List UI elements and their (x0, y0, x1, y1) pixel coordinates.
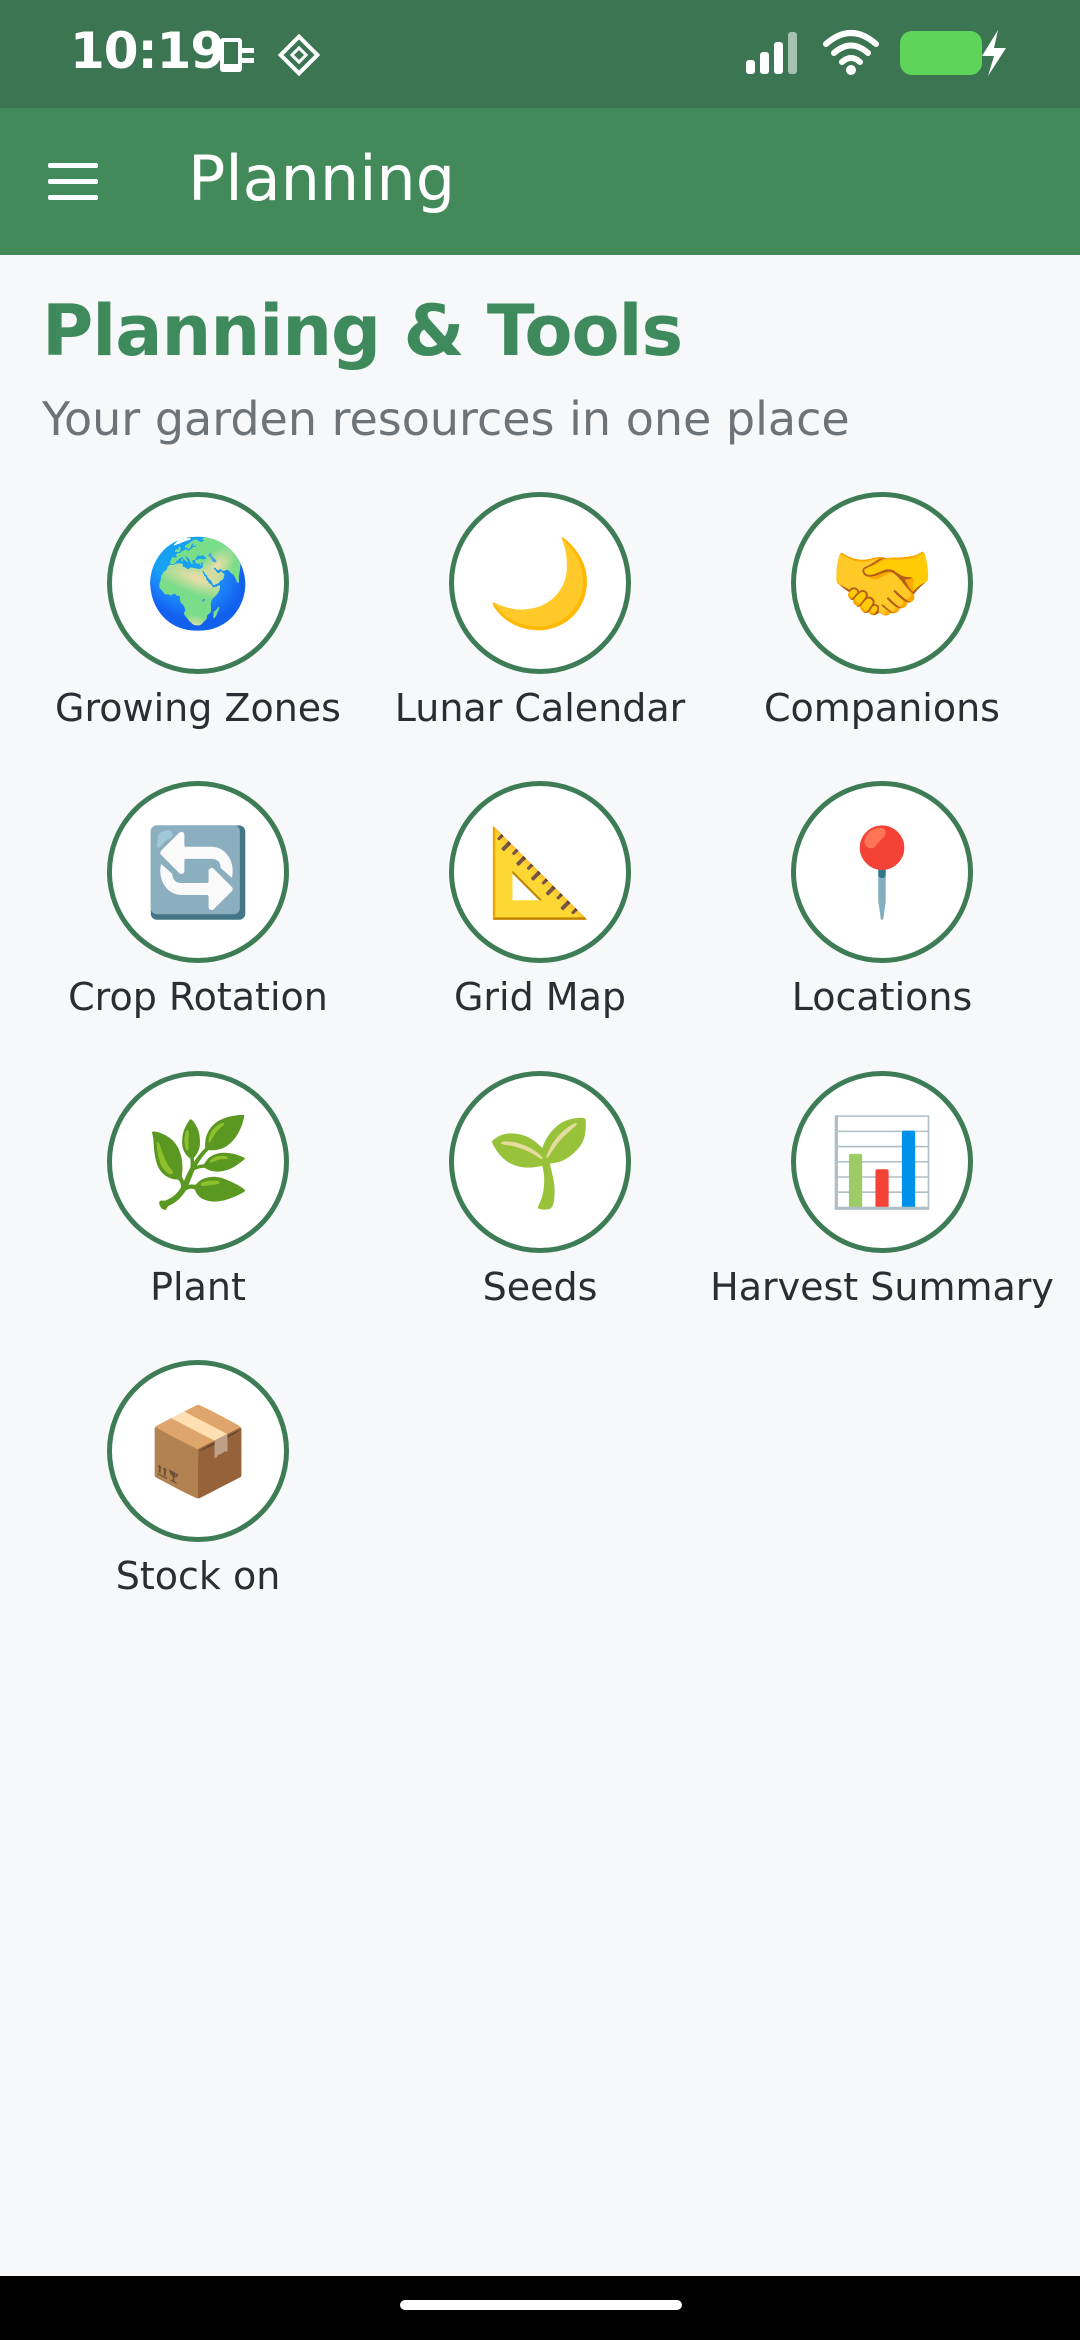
battery-charging-icon (900, 30, 1006, 76)
tool-label: Crop Rotation (68, 975, 328, 1019)
tool-crop-rotation[interactable]: 🔄 Crop Rotation (28, 781, 368, 1019)
tool-harvest-summary[interactable]: 📊 Harvest Summary (710, 1071, 1054, 1309)
tool-label: Locations (791, 975, 973, 1019)
tool-label: Seeds (482, 1265, 598, 1309)
app-bar: Planning (0, 108, 1080, 255)
tool-label: Plant (150, 1265, 246, 1309)
rotation-arrows-icon: 🔄 (107, 781, 289, 963)
tool-label: Companions (764, 686, 1000, 730)
tool-label: Lunar Calendar (394, 686, 686, 730)
tool-seeds[interactable]: 🌱 Seeds (370, 1071, 710, 1309)
tool-label: Stock on (115, 1554, 281, 1598)
diamond-app-icon (277, 33, 321, 77)
moon-icon: 🌙 (449, 492, 631, 674)
tool-plant[interactable]: 🌿 Plant (28, 1071, 368, 1309)
tool-companions[interactable]: 🤝 Companions (712, 492, 1052, 730)
cellular-signal-icon (746, 32, 797, 74)
tool-lunar-calendar[interactable]: 🌙 Lunar Calendar (370, 492, 710, 730)
seedling-icon: 🌱 (449, 1071, 631, 1253)
status-bar: 10:19 (0, 0, 1080, 108)
triangle-ruler-icon: 📐 (449, 781, 631, 963)
package-icon: 📦 (107, 1360, 289, 1542)
page-title: Planning & Tools (42, 290, 683, 372)
pin-icon: 📍 (791, 781, 973, 963)
tool-growing-zones[interactable]: 🌍 Growing Zones (28, 492, 368, 730)
wifi-icon (823, 30, 879, 75)
home-indicator[interactable] (400, 2300, 682, 2310)
phone-sync-icon (220, 38, 254, 72)
tool-label: Grid Map (453, 975, 627, 1019)
handshake-icon: 🤝 (791, 492, 973, 674)
tool-label: Harvest Summary (710, 1265, 1054, 1309)
page-subtitle: Your garden resources in one place (42, 392, 850, 446)
herb-icon: 🌿 (107, 1071, 289, 1253)
tool-stock-on[interactable]: 📦 Stock on (28, 1360, 368, 1598)
bar-chart-icon: 📊 (791, 1071, 973, 1253)
status-time: 10:19 (70, 22, 225, 80)
app-title: Planning (188, 142, 456, 215)
tool-label: Growing Zones (55, 686, 341, 730)
globe-icon: 🌍 (107, 492, 289, 674)
system-nav-bar (0, 2276, 1080, 2340)
tool-locations[interactable]: 📍 Locations (712, 781, 1052, 1019)
hamburger-menu-icon[interactable] (36, 148, 110, 214)
tool-grid-map[interactable]: 📐 Grid Map (370, 781, 710, 1019)
